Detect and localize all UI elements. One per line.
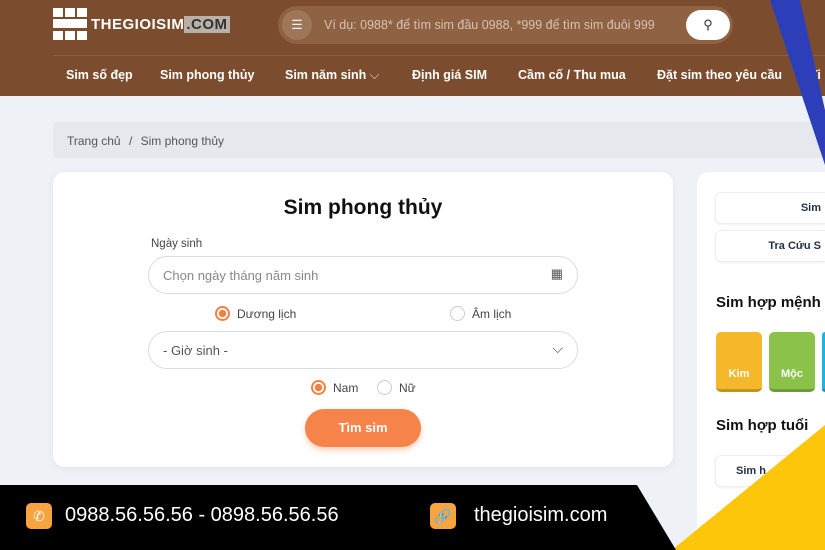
radio-duong-lich[interactable]: Dương lịch [215,306,296,321]
nav-item[interactable]: Định giá SIM [412,68,487,82]
search-button[interactable]: ⚲ [686,10,730,40]
logo-icon [53,8,87,40]
dob-input[interactable]: Chọn ngày tháng năm sinh ▦ [148,256,578,294]
link-icon: 🔗 [430,503,456,529]
section-title: Sim hợp tuổi [716,417,809,434]
radio-nam[interactable]: Nam [311,380,358,395]
breadcrumb-current: Sim phong thủy [140,134,225,148]
radio-nu[interactable]: Nữ [377,380,416,395]
radio-icon [377,380,392,395]
nav-item[interactable]: Sim năm sinh ⌵ [285,68,379,83]
section-title: Sim hợp mệnh [716,294,821,311]
radio-icon [311,380,326,395]
breadcrumb-home[interactable]: Trang chủ [67,134,121,148]
nav-item[interactable]: Ti [810,68,821,82]
sidebar-button[interactable]: Tra Cứu S [715,230,825,262]
sidebar-button[interactable]: Sim h [715,455,825,487]
search-icon: ⚲ [703,17,713,32]
search-sim-button[interactable]: Tìm sim [305,409,421,447]
chevron-down-icon: ⌵ [369,68,380,82]
nav-item[interactable]: Cầm cố / Thu mua [518,68,626,82]
filter-icon[interactable]: ☰ [282,10,312,40]
dob-label: Ngày sinh [151,238,203,250]
nav-item[interactable]: Sim phong thủy [160,68,254,82]
radio-icon [450,306,465,321]
sidebar-button[interactable]: Sim [715,192,825,224]
phone-icon: ✆ [26,503,52,529]
calendar-icon[interactable]: ▦ [551,266,563,282]
website-text[interactable]: thegioisim.com [474,504,607,527]
footer-banner: ✆ 0988.56.56.56 - 0898.56.56.56 🔗 thegio… [0,485,676,550]
search-input[interactable] [312,18,686,32]
element-moc[interactable]: Mộc [769,332,815,392]
search-bar: ☰ ⚲ [278,6,733,44]
sidebar: Sim Tra Cứu S Sim hợp mệnh Kim Mộc Sim h… [697,172,825,550]
element-kim[interactable]: Kim [716,332,762,392]
nav-item[interactable]: Sim số đẹp [66,68,133,82]
radio-icon [215,306,230,321]
breadcrumb: Trang chủ / Sim phong thủy [53,122,825,158]
search-form: Sim phong thủy Ngày sinh Chọn ngày tháng… [53,172,673,467]
hour-select[interactable]: - Giờ sinh - ⌵ [148,331,578,369]
radio-am-lich[interactable]: Âm lịch [450,306,511,321]
page-title: Sim phong thủy [283,196,443,219]
nav-item[interactable]: Đặt sim theo yêu cầu [657,68,782,82]
breadcrumb-separator: / [128,134,133,148]
logo-text: THEGIOISIM .COM [91,15,230,33]
main-nav: Sim số đẹp Sim phong thủy Sim năm sinh ⌵… [0,68,825,86]
hotline-text: 0988.56.56.56 - 0898.56.56.56 [65,504,339,526]
chevron-down-icon: ⌵ [552,340,563,356]
header: THEGIOISIM.COM ☰ ⚲ Sim số đẹp Sim phong … [0,0,825,96]
logo[interactable]: THEGIOISIM .COM [53,8,230,40]
divider [53,55,825,56]
